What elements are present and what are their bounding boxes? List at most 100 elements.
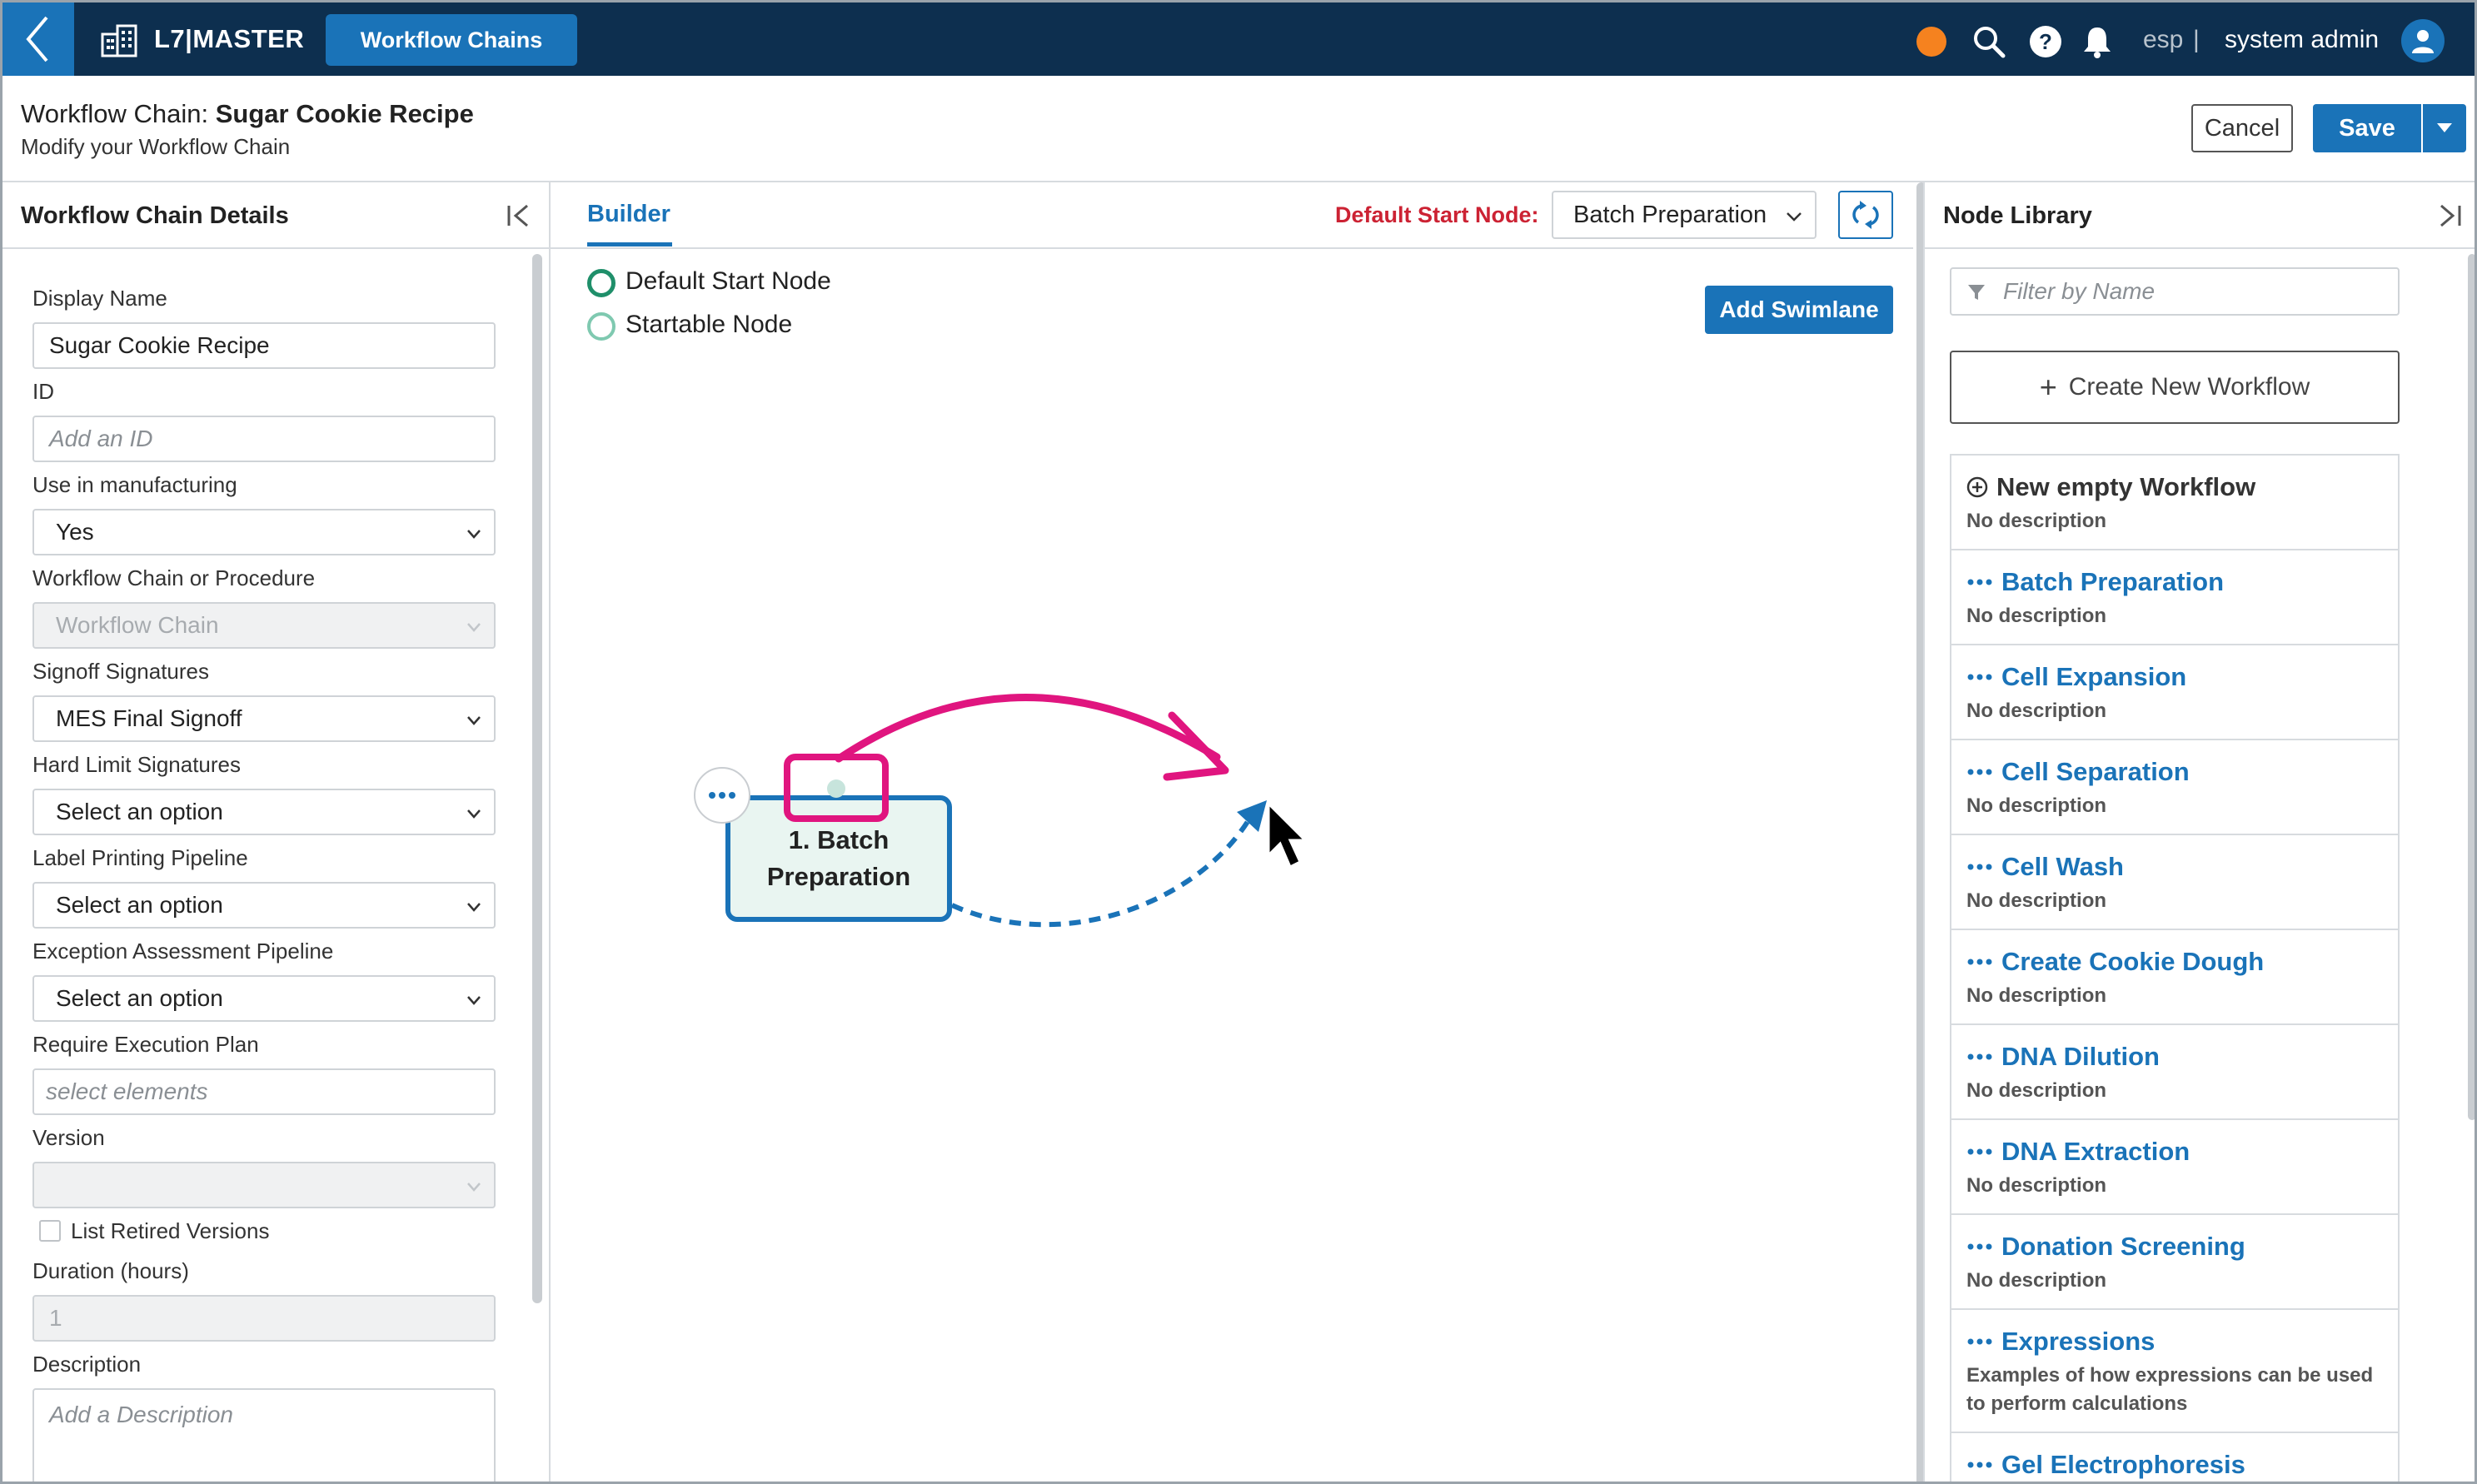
hard-limit-signatures-label: Hard Limit Signatures [32, 752, 241, 777]
workflow-node-batch-preparation[interactable]: 1. Batch Preparation [725, 795, 952, 922]
chevron-down-icon [467, 530, 481, 539]
chain-or-procedure-select: Workflow Chain [32, 602, 496, 649]
tab-builder[interactable]: Builder [587, 201, 670, 228]
library-item-desc: No description [1966, 605, 2107, 627]
page-title: Workflow Chain: Sugar Cookie Recipe [21, 99, 474, 129]
label-printing-pipeline-label: Label Printing Pipeline [32, 845, 248, 870]
library-item-create-cookie-dough[interactable]: Create Cookie Dough No description [1951, 930, 2398, 1025]
more-dots-icon [1967, 674, 1992, 680]
avatar[interactable] [2401, 19, 2445, 62]
page-header: Workflow Chain: Sugar Cookie Recipe Modi… [2, 76, 2475, 182]
create-new-workflow-button[interactable]: + Create New Workflow [1950, 351, 2400, 424]
add-circle-icon [1966, 476, 1988, 498]
help-icon[interactable]: ? [2028, 24, 2063, 59]
library-item-expressions[interactable]: Expressions Examples of how expressions … [1951, 1310, 2398, 1433]
page-title-prefix: Workflow Chain: [21, 99, 209, 128]
exception-assessment-pipeline-select[interactable]: Select an option [32, 975, 496, 1022]
refresh-layout-button[interactable] [1838, 191, 1893, 239]
library-item-title: DNA Extraction [2001, 1137, 2190, 1166]
notification-bell-icon[interactable] [2080, 24, 2115, 59]
signoff-signatures-select[interactable]: MES Final Signoff [32, 695, 496, 742]
builder-canvas-panel: Builder Default Start Node: Batch Prepar… [551, 182, 1926, 1482]
default-start-node-legend-icon [587, 269, 616, 297]
building-logo-icon [101, 24, 137, 57]
page-title-name: Sugar Cookie Recipe [215, 99, 474, 128]
default-start-node-select[interactable]: Batch Preparation [1552, 191, 1817, 239]
library-item-cell-expansion[interactable]: Cell Expansion No description [1951, 645, 2398, 740]
node-menu-button[interactable] [694, 767, 750, 824]
library-item-batch-preparation[interactable]: Batch Preparation No description [1951, 550, 2398, 645]
save-options-button[interactable] [2423, 104, 2466, 152]
label-printing-pipeline-select[interactable]: Select an option [32, 882, 496, 929]
library-item-cell-wash[interactable]: Cell Wash No description [1951, 835, 2398, 930]
use-in-manufacturing-value: Yes [56, 519, 94, 545]
library-scrollbar[interactable] [2468, 254, 2475, 1120]
svg-text:?: ? [2039, 29, 2052, 54]
library-item-title: Create Cookie Dough [2001, 947, 2265, 976]
library-item-title: Cell Separation [2001, 757, 2190, 786]
collapse-left-icon[interactable] [504, 201, 534, 231]
require-execution-plan-label: Require Execution Plan [32, 1032, 259, 1057]
library-item-dna-extraction[interactable]: DNA Extraction No description [1951, 1120, 2398, 1215]
library-item-desc: Examples of how expressions can be used … [1966, 1364, 2374, 1415]
id-input[interactable]: Add an ID [32, 416, 496, 462]
library-item-new-empty-workflow[interactable]: New empty Workflow No description [1951, 456, 2398, 550]
top-navigation-bar: L7|MASTER Workflow Chains ? esp | system… [2, 2, 2475, 76]
collapse-right-icon[interactable] [2435, 201, 2465, 231]
library-item-gel-electrophoresis[interactable]: Gel Electrophoresis [1951, 1433, 2398, 1482]
annotation-arrow [835, 694, 1221, 763]
more-dots-icon [1967, 769, 1992, 775]
display-name-input[interactable]: Sugar Cookie Recipe [32, 322, 496, 369]
filter-placeholder: Filter by Name [2003, 278, 2156, 304]
brand-name: L7|MASTER [154, 24, 305, 53]
filter-by-name-input[interactable]: Filter by Name [1950, 267, 2400, 316]
dragging-connection-line [950, 807, 1258, 928]
library-item-title: Batch Preparation [2001, 567, 2225, 596]
description-textarea[interactable]: Add a Description [32, 1388, 496, 1482]
annotation-arrowhead [1163, 711, 1229, 781]
more-dots-icon [1967, 1462, 1992, 1468]
user-icon [2412, 30, 2434, 53]
id-label: ID [32, 379, 54, 404]
connection-arrowhead [1237, 800, 1267, 832]
cancel-button[interactable]: Cancel [2191, 104, 2293, 152]
details-panel-title: Workflow Chain Details [21, 202, 289, 229]
separator: | [2193, 26, 2200, 53]
default-start-node-legend-label: Default Start Node [625, 267, 831, 295]
signoff-signatures-value: MES Final Signoff [56, 705, 242, 731]
language-selector[interactable]: esp [2143, 26, 2183, 54]
search-icon[interactable] [1971, 24, 2006, 59]
plus-icon: + [2039, 370, 2057, 404]
filter-icon [1968, 285, 1985, 300]
library-item-title: Gel Electrophoresis [2001, 1450, 2245, 1479]
library-item-desc: No description [1966, 1269, 2107, 1292]
more-dots-icon [709, 792, 735, 799]
list-retired-versions-checkbox[interactable] [39, 1220, 61, 1242]
save-button[interactable]: Save [2313, 104, 2421, 152]
library-item-donation-screening[interactable]: Donation Screening No description [1951, 1215, 2398, 1310]
workflow-chains-tab[interactable]: Workflow Chains [326, 14, 577, 66]
require-execution-plan-input[interactable]: select elements [32, 1068, 496, 1115]
library-item-desc: No description [1966, 889, 2107, 912]
library-item-dna-dilution[interactable]: DNA Dilution No description [1951, 1025, 2398, 1120]
library-item-title: DNA Dilution [2001, 1042, 2160, 1071]
details-panel-header: Workflow Chain Details [2, 182, 549, 249]
chevron-left-icon [26, 16, 48, 62]
label-printing-pipeline-value: Select an option [56, 892, 223, 918]
add-swimlane-button[interactable]: Add Swimlane [1705, 286, 1893, 334]
more-dots-icon [1967, 1338, 1992, 1345]
details-scrollbar[interactable] [532, 254, 542, 1303]
startable-node-legend-label: Startable Node [625, 311, 793, 338]
use-in-manufacturing-select[interactable]: Yes [32, 509, 496, 555]
library-item-title: Donation Screening [2001, 1232, 2245, 1261]
library-item-desc: No description [1966, 700, 2107, 722]
user-name[interactable]: system admin [2225, 26, 2379, 54]
library-item-cell-separation[interactable]: Cell Separation No description [1951, 740, 2398, 835]
hard-limit-signatures-select[interactable]: Select an option [32, 789, 496, 835]
node-title-line-2: Preparation [766, 862, 911, 891]
chevron-down-icon [467, 809, 481, 819]
default-start-node-label: Default Start Node: [1335, 202, 1539, 227]
status-indicator[interactable] [1916, 27, 1946, 57]
caret-down-icon [2437, 123, 2452, 132]
back-button[interactable] [2, 2, 74, 76]
